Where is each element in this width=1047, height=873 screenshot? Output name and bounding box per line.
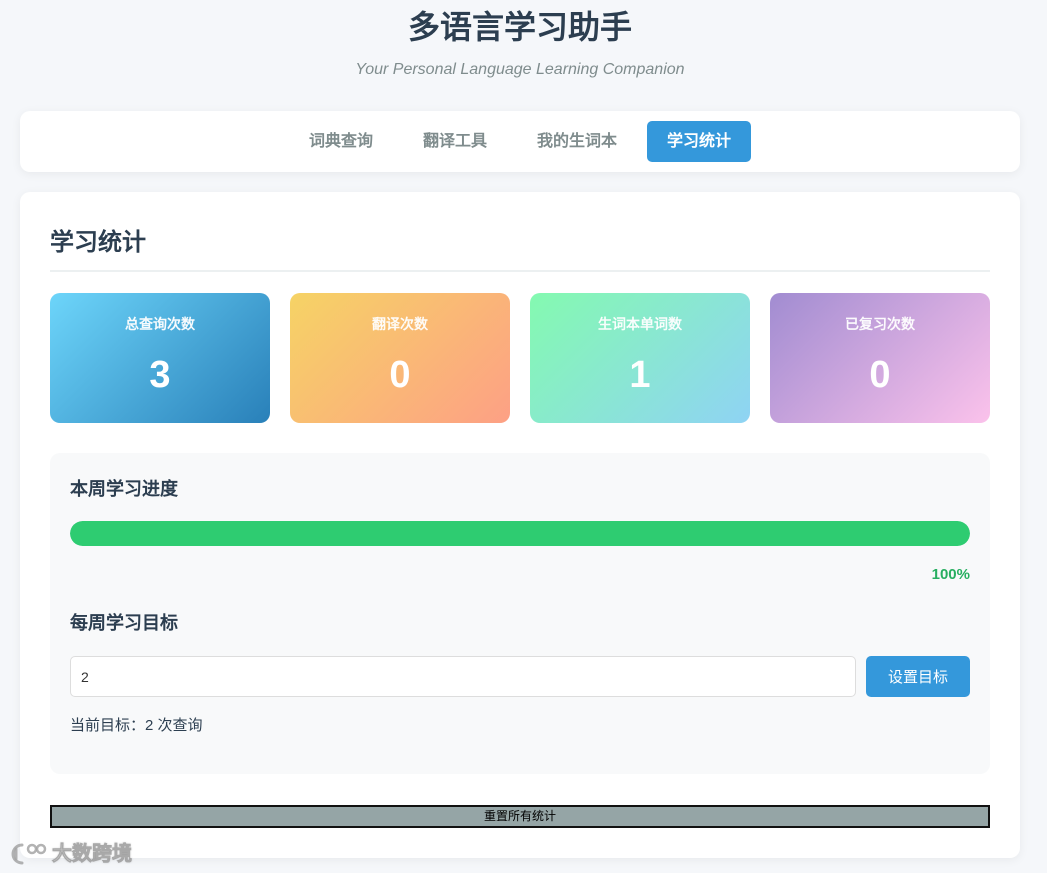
weekly-progress-heading: 本周学习进度 — [70, 479, 178, 499]
main-nav: 词典查询 翻译工具 我的生词本 学习统计 — [20, 111, 1020, 172]
current-goal-text: 当前目标：2 次查询 — [70, 717, 203, 734]
weekly-goal-input[interactable] — [70, 656, 856, 697]
stat-value: 0 — [869, 354, 891, 396]
tab-translation[interactable]: 翻译工具 — [403, 121, 507, 162]
weekly-goal-heading: 每周学习目标 — [70, 613, 178, 633]
progress-percent: 100% — [931, 566, 970, 583]
set-goal-button[interactable]: 设置目标 — [866, 656, 970, 697]
stat-label: 翻译次数 — [372, 316, 428, 332]
tab-vocabulary[interactable]: 我的生词本 — [517, 121, 637, 162]
tab-statistics[interactable]: 学习统计 — [647, 121, 751, 162]
stat-value: 0 — [389, 354, 411, 396]
app-title: 多语言学习助手 — [407, 9, 632, 45]
brand-logo-icon — [11, 843, 47, 865]
stat-card-vocabulary-words: 生词本单词数 1 — [530, 293, 750, 423]
stat-label: 总查询次数 — [125, 316, 195, 332]
stat-value: 1 — [629, 354, 651, 396]
stat-label: 已复习次数 — [845, 316, 915, 332]
watermark-text: 大数跨境 — [52, 843, 133, 866]
tab-dictionary[interactable]: 词典查询 — [289, 121, 393, 162]
watermark: 大数跨境 — [8, 840, 132, 868]
stat-card-reviews: 已复习次数 0 — [770, 293, 990, 423]
stat-card-translations: 翻译次数 0 — [290, 293, 510, 423]
stat-value: 3 — [149, 354, 171, 396]
stat-label: 生词本单词数 — [598, 316, 682, 332]
stat-card-total-lookups: 总查询次数 3 — [50, 293, 270, 423]
weekly-progress-section: 本周学习进度 100% 每周学习目标 设置目标 当前目标：2 次查询 — [50, 453, 990, 774]
app-subtitle: Your Personal Language Learning Companio… — [355, 61, 685, 78]
progress-bar — [70, 521, 970, 546]
reset-stats-button[interactable]: 重置所有统计 — [50, 805, 990, 828]
statistics-heading: 学习统计 — [50, 229, 146, 256]
progress-bar-fill — [70, 521, 970, 546]
heading-divider — [50, 270, 990, 272]
statistics-panel: 学习统计 总查询次数 3 翻译次数 0 生词本单词数 1 已复习次数 0 本周学… — [20, 192, 1020, 858]
